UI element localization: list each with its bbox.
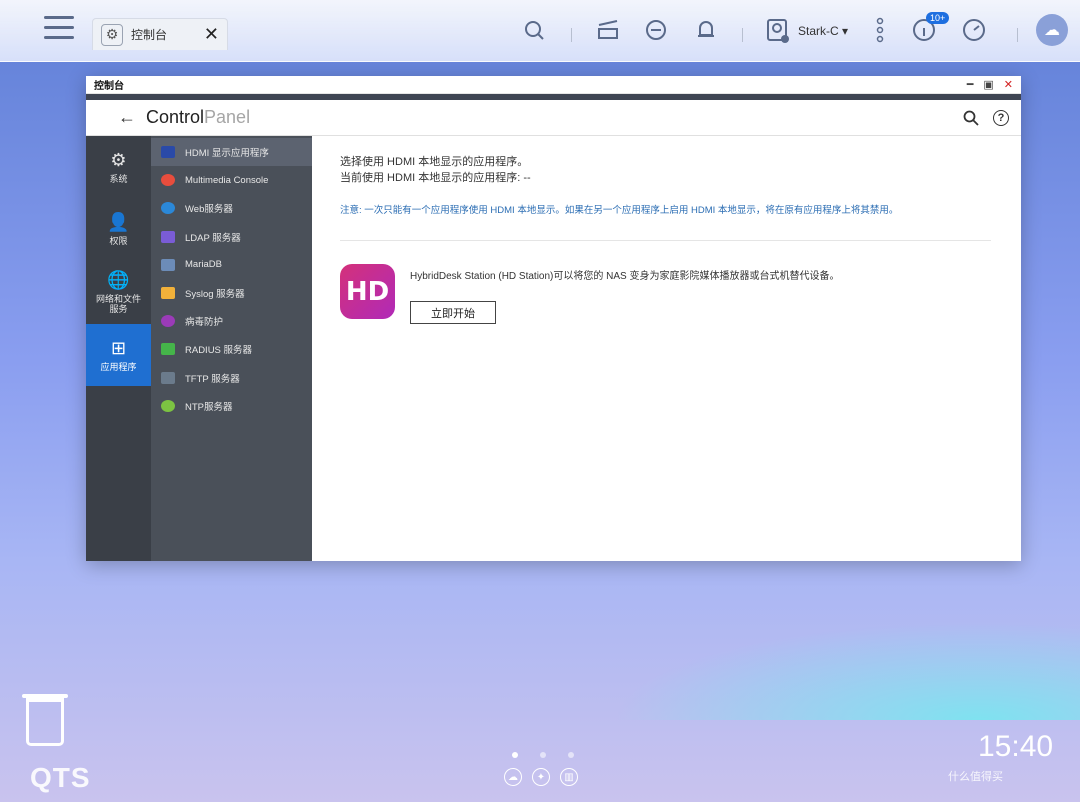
- cloud-icon[interactable]: ☁: [504, 768, 522, 786]
- tab-label: 控制台: [131, 28, 168, 42]
- more-options-icon[interactable]: [866, 16, 894, 44]
- sub-item-label: MariaDB: [185, 259, 222, 271]
- mariadb-icon: [161, 258, 175, 271]
- divider: [1017, 28, 1018, 42]
- dashboard-icon[interactable]: [960, 16, 988, 44]
- qts-logo: QTS: [30, 762, 91, 793]
- control-panel-window: 控制台 ━ ▣ ✕ ← ControlPanel ? ⚙ 系统 👤 权限 🌐: [86, 76, 1021, 561]
- sub-item-label: TFTP 服务器: [185, 373, 240, 385]
- sub-item-label: HDMI 显示应用程序: [185, 148, 269, 160]
- web-server-icon: [161, 202, 175, 215]
- hd-station-description: HybridDesk Station (HD Station)可以将您的 NAS…: [410, 271, 840, 282]
- sub-item-label: LDAP 服务器: [185, 232, 241, 244]
- hdmi-instruction: 选择使用 HDMI 本地显示的应用程序。: [340, 156, 529, 168]
- desktop-dock: ☁ ✦ ▥: [504, 768, 578, 786]
- maximize-icon[interactable]: ▣: [983, 78, 993, 91]
- start-now-button[interactable]: 立即开始: [410, 301, 496, 324]
- syslog-icon: [161, 287, 175, 300]
- sub-item-label: Web服务器: [185, 204, 233, 216]
- user-icon: [767, 19, 789, 43]
- window-titlebar[interactable]: 控制台 ━ ▣ ✕: [86, 76, 1021, 94]
- gear-icon: ⚙: [110, 149, 127, 170]
- hdmi-icon: [161, 146, 175, 159]
- rail-label: 权限: [109, 235, 128, 246]
- divider: [340, 240, 991, 241]
- trash-icon[interactable]: [26, 698, 64, 746]
- content-pane: 选择使用 HDMI 本地显示的应用程序。 当前使用 HDMI 本地显示的应用程序…: [312, 136, 1021, 561]
- sub-item-hdmi[interactable]: HDMI 显示应用程序: [151, 138, 312, 167]
- rail-label: 系统: [109, 173, 128, 184]
- wrench-icon[interactable]: ✦: [532, 768, 550, 786]
- sync-icon[interactable]: [642, 16, 670, 44]
- main-menu-button[interactable]: [44, 16, 74, 42]
- page-dot[interactable]: [540, 752, 546, 758]
- sub-item-multimedia[interactable]: Multimedia Console: [151, 166, 312, 194]
- rail-label: 网络和文件 服务: [95, 293, 141, 314]
- divider: [742, 28, 743, 42]
- sub-item-web-server[interactable]: Web服务器: [151, 194, 312, 222]
- window-header: ← Control Panel ?: [86, 100, 1021, 136]
- sub-item-antivirus[interactable]: 病毒防护: [151, 307, 312, 335]
- divider: [571, 28, 572, 42]
- sub-item-label: Multimedia Console: [185, 174, 269, 186]
- sub-item-label: 病毒防护: [185, 317, 224, 329]
- search-icon[interactable]: [520, 16, 548, 44]
- apps-icon: ⊞: [110, 337, 127, 358]
- rail-label: 应用程序: [100, 361, 137, 372]
- apps-icon[interactable]: ▥: [560, 768, 578, 786]
- current-hdmi-app: 当前使用 HDMI 本地显示的应用程序: --: [340, 172, 531, 184]
- sub-item-tftp[interactable]: TFTP 服务器: [151, 364, 312, 392]
- bell-icon[interactable]: [692, 16, 720, 44]
- sub-item-syslog[interactable]: Syslog 服务器: [151, 279, 312, 307]
- sub-item-label: NTP服务器: [185, 401, 233, 413]
- user-icon: 👤: [107, 211, 130, 232]
- rail-item-network[interactable]: 🌐 网络和文件 服务: [86, 260, 151, 324]
- desktop-clock: 15:40: [978, 730, 1054, 763]
- tab-control-panel[interactable]: ⚙ 控制台 ✕: [92, 18, 228, 50]
- watermark: 什么值得买: [948, 771, 1003, 783]
- desktop-page-indicator: [512, 752, 574, 758]
- globe-icon: 🌐: [107, 269, 130, 290]
- sub-item-label: RADIUS 服务器: [185, 345, 253, 357]
- rail-item-privilege[interactable]: 👤 权限: [86, 198, 151, 260]
- cloud-icon[interactable]: ☁: [1036, 14, 1068, 46]
- sub-item-label: Syslog 服务器: [185, 289, 245, 301]
- user-name: Stark-C ▾: [798, 24, 849, 38]
- search-icon[interactable]: [963, 110, 979, 126]
- sub-item-radius[interactable]: RADIUS 服务器: [151, 335, 312, 363]
- hdmi-note: 注意: 一次只能有一个应用程序使用 HDMI 本地显示。如果在另一个应用程序上启…: [340, 205, 899, 216]
- window-title: 控制台: [94, 81, 124, 92]
- sub-item-ldap[interactable]: LDAP 服务器: [151, 223, 312, 251]
- page-dot[interactable]: [512, 752, 518, 758]
- ntp-icon: [161, 399, 175, 412]
- category-rail: ⚙ 系统 👤 权限 🌐 网络和文件 服务 ⊞ 应用程序: [86, 136, 151, 561]
- ldap-icon: [161, 230, 175, 243]
- user-menu[interactable]: Stark-C ▾: [766, 16, 848, 46]
- page-dot[interactable]: [568, 752, 574, 758]
- multimedia-icon: [161, 174, 175, 187]
- notification-badge: 10+: [926, 12, 950, 24]
- close-icon[interactable]: ✕: [204, 24, 219, 45]
- hd-station-logo: HD: [340, 264, 395, 319]
- radius-icon: [161, 343, 175, 356]
- minimize-icon[interactable]: ━: [967, 78, 974, 91]
- header-title-main: Control: [146, 107, 205, 127]
- sub-item-ntp[interactable]: NTP服务器: [151, 392, 312, 420]
- top-taskbar: ⚙ 控制台 ✕ Stark-C ▾ 10+ ☁: [0, 0, 1080, 62]
- rail-item-applications[interactable]: ⊞ 应用程序: [86, 324, 151, 386]
- rail-item-system[interactable]: ⚙ 系统: [86, 136, 151, 198]
- sub-item-mariadb[interactable]: MariaDB: [151, 251, 312, 279]
- antivirus-icon: [161, 315, 175, 328]
- header-title-sub: Panel: [204, 107, 251, 127]
- sub-nav: HDMI 显示应用程序 Multimedia Console Web服务器 LD…: [151, 136, 312, 561]
- gear-icon: ⚙: [101, 23, 123, 46]
- tftp-icon: [161, 371, 175, 384]
- back-arrow-icon[interactable]: ←: [118, 107, 136, 128]
- help-icon[interactable]: ?: [993, 109, 1009, 126]
- background-tasks-icon[interactable]: [594, 16, 622, 44]
- close-icon[interactable]: ✕: [1004, 78, 1013, 91]
